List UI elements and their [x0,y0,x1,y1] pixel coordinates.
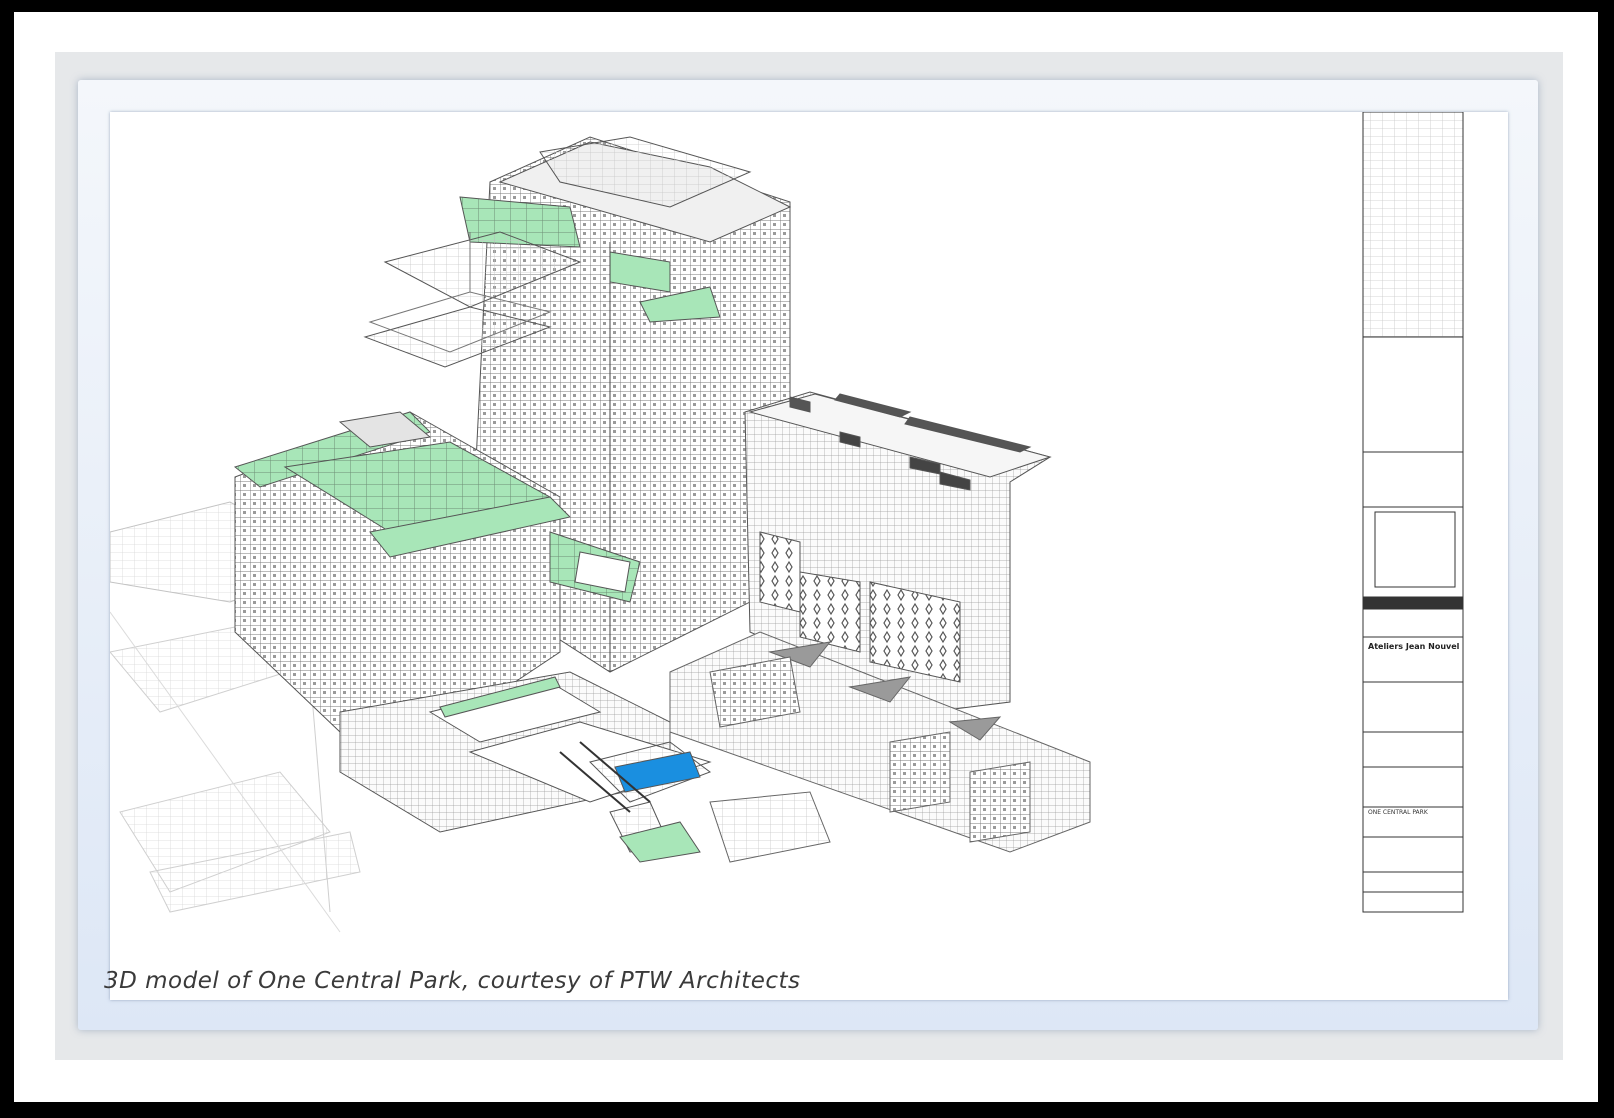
figure-caption: 3D model of One Central Park, courtesy o… [104,968,801,994]
title-block [1362,112,1464,913]
title-block-project: ONE CENTRAL PARK [1368,809,1428,816]
page: Ateliers Jean Nouvel ONE CENTRAL PARK 3D… [0,0,1614,1118]
axonometric-drawing [110,112,1464,933]
title-block-firm: Ateliers Jean Nouvel [1368,642,1460,651]
drawing-sheet: Ateliers Jean Nouvel ONE CENTRAL PARK [110,112,1508,1000]
